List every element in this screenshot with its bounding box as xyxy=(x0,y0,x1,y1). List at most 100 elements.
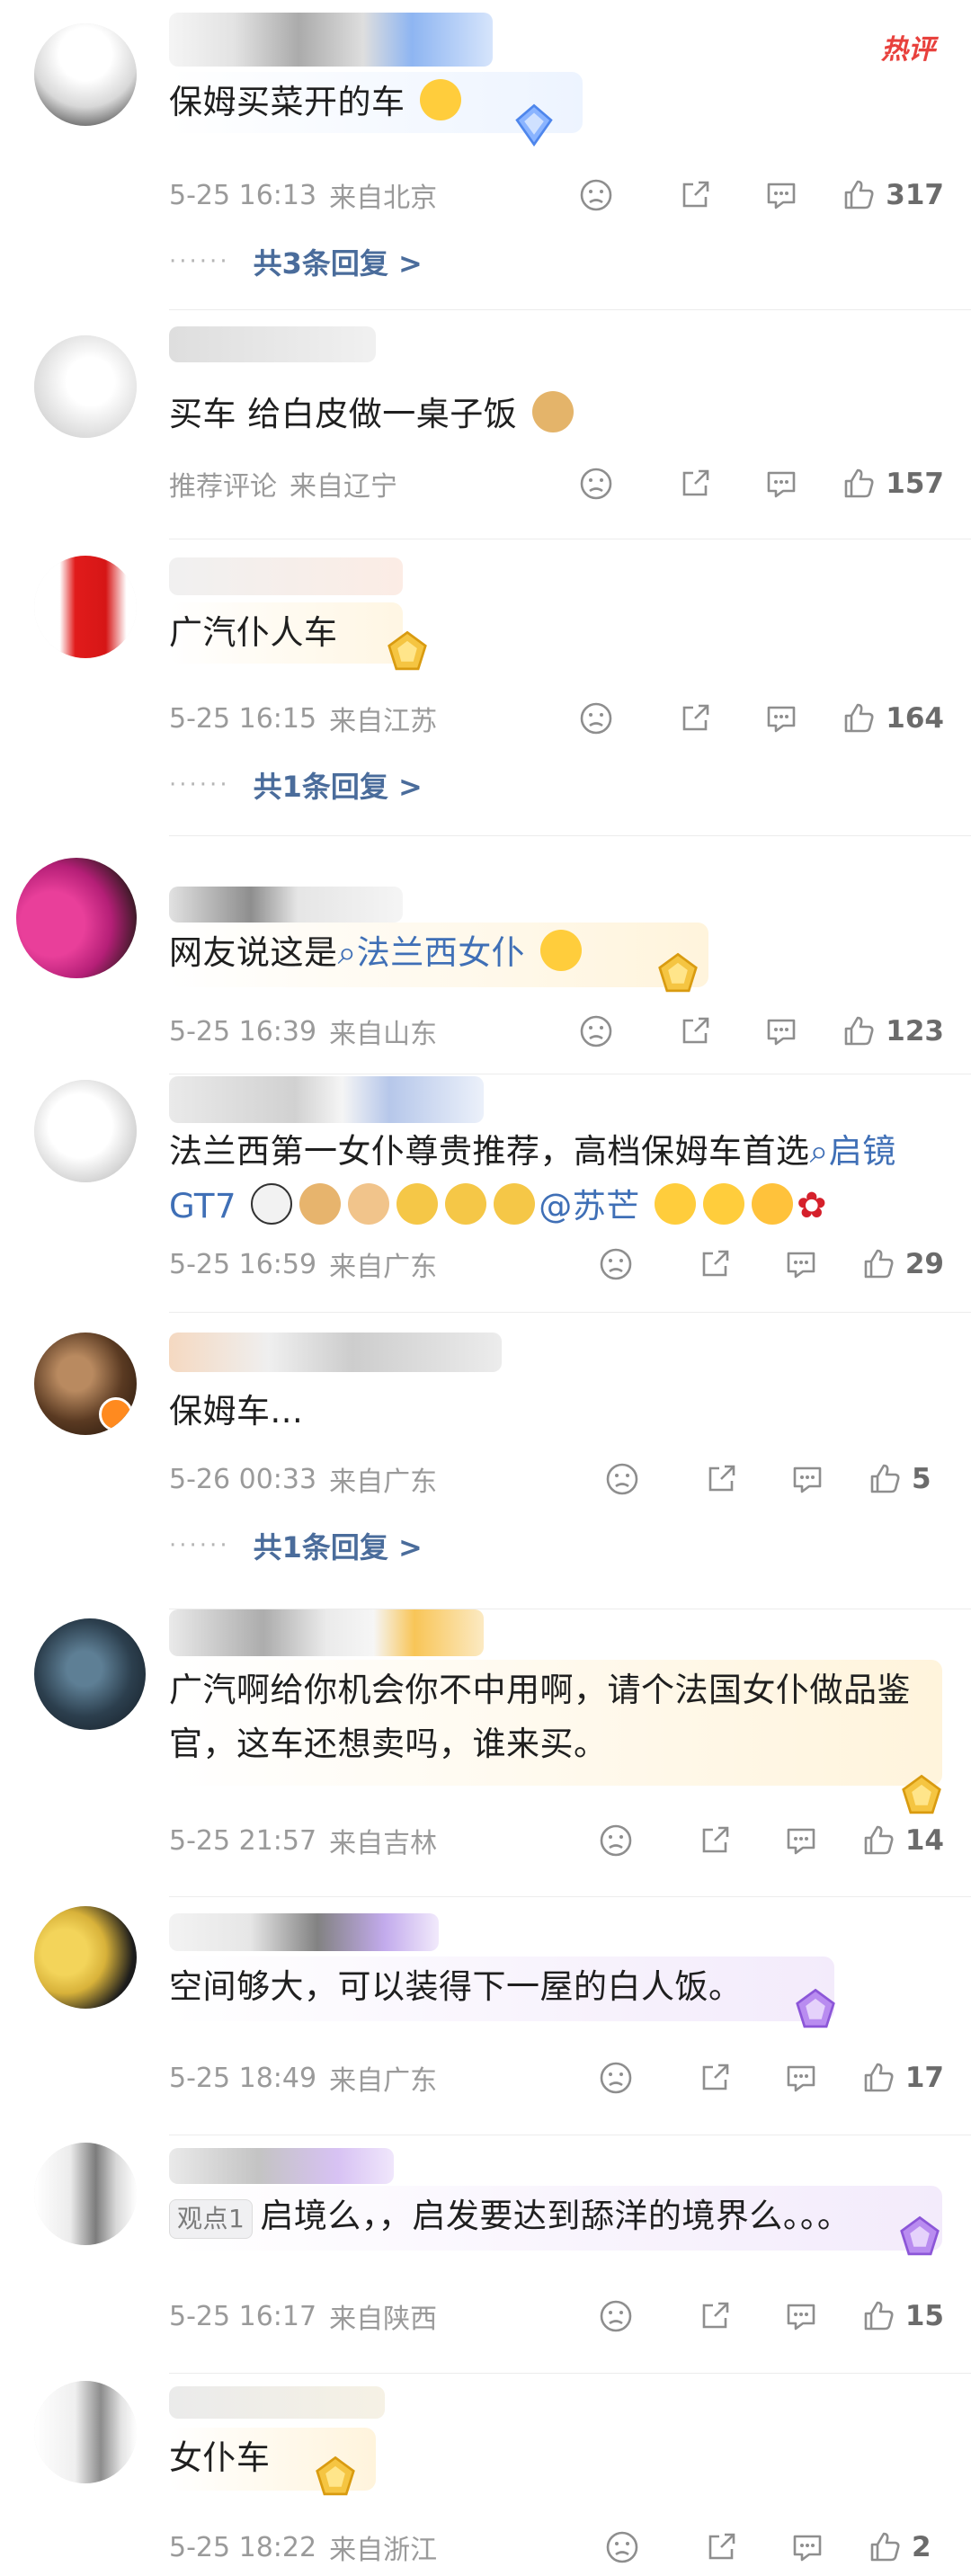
username-blurred[interactable] xyxy=(169,2148,394,2184)
smile-emoji-icon xyxy=(703,1183,745,1225)
shy-emoji-icon xyxy=(752,1183,794,1225)
like-button[interactable]: 2 xyxy=(867,2529,944,2565)
comment-item: 广汽仆人车 5-25 16:15 来自江苏 164 ······ 共1条回复 > xyxy=(0,539,971,836)
gold-badge-icon xyxy=(895,1769,948,1822)
avatar[interactable] xyxy=(34,2381,137,2483)
dislike-icon[interactable] xyxy=(569,1013,623,1049)
view-replies-link[interactable]: ······ 共1条回复 > xyxy=(169,764,423,806)
like-button[interactable]: 17 xyxy=(860,2060,944,2096)
username-blurred[interactable] xyxy=(169,887,403,923)
like-button[interactable]: 123 xyxy=(841,1013,944,1049)
comment-text: 观点1 启境么，，启发要达到舔洋的境界么。。。 xyxy=(169,2189,935,2243)
username-blurred[interactable] xyxy=(169,557,403,595)
share-icon[interactable] xyxy=(688,2060,742,2096)
view-replies-link[interactable]: ······ 共3条回复 > xyxy=(169,241,423,282)
avatar[interactable] xyxy=(34,23,137,126)
comment-location: 来自广东 xyxy=(329,1252,438,1283)
dislike-icon[interactable] xyxy=(595,2529,649,2565)
like-count: 29 xyxy=(904,1248,944,1280)
share-icon[interactable] xyxy=(688,1823,742,1858)
username-blurred[interactable] xyxy=(169,1076,484,1123)
hug-emoji-icon xyxy=(445,1183,487,1225)
share-icon[interactable] xyxy=(694,2529,748,2565)
like-button[interactable]: 317 xyxy=(841,177,944,213)
comment-reply-icon[interactable] xyxy=(780,2529,834,2565)
mention-link[interactable]: @苏芒 xyxy=(539,1187,640,1226)
comment-reply-icon[interactable] xyxy=(774,1246,828,1282)
avatar[interactable] xyxy=(34,1333,137,1435)
purple-gem-badge-icon xyxy=(789,1983,842,2036)
gold-badge-icon xyxy=(309,2451,361,2503)
panda-emoji-icon xyxy=(251,1183,293,1225)
comment-text: 网友说这是⌕法兰西女仆 xyxy=(169,926,935,980)
comment-reply-icon[interactable] xyxy=(780,1461,834,1497)
avatar[interactable] xyxy=(16,858,137,978)
share-icon[interactable] xyxy=(668,700,722,736)
avatar[interactable] xyxy=(34,335,137,438)
rose-emoji-icon: ✿ xyxy=(797,1185,828,1226)
comment-reply-icon[interactable] xyxy=(754,700,808,736)
comment-time: 5-25 21:57 xyxy=(169,1824,317,1857)
avatar[interactable] xyxy=(34,1906,137,2009)
gold-badge-icon xyxy=(381,626,433,678)
search-topic-link[interactable]: ⌕法兰西女仆 xyxy=(338,933,526,972)
comment-time: 5-26 00:33 xyxy=(169,1463,317,1495)
like-button[interactable]: 14 xyxy=(860,1823,944,1858)
comment-item: 保姆买菜开的车 5-25 16:13 来自北京 317 ······ 共3条回复 … xyxy=(0,0,971,310)
like-count: 15 xyxy=(904,2300,944,2332)
laughing-crying-emoji-icon xyxy=(539,930,582,971)
username-blurred[interactable] xyxy=(169,13,493,67)
like-button[interactable]: 5 xyxy=(867,1461,944,1497)
username-blurred[interactable] xyxy=(169,1609,484,1656)
like-button[interactable]: 29 xyxy=(860,1246,944,1282)
like-button[interactable]: 15 xyxy=(860,2298,944,2334)
avatar[interactable] xyxy=(34,556,137,658)
comment-reply-icon[interactable] xyxy=(754,466,808,502)
laughing-crying-emoji-icon xyxy=(419,79,461,120)
share-icon[interactable] xyxy=(694,1461,748,1497)
avatar[interactable] xyxy=(34,2143,137,2245)
like-count: 317 xyxy=(886,179,944,211)
avatar[interactable] xyxy=(34,1618,146,1730)
username-blurred[interactable] xyxy=(169,1913,439,1951)
comment-actions: 29 xyxy=(589,1242,944,1287)
username-blurred[interactable] xyxy=(169,2386,385,2419)
dislike-icon[interactable] xyxy=(569,466,623,502)
comment-location: 来自山东 xyxy=(329,1019,438,1050)
like-button[interactable]: 157 xyxy=(841,466,944,502)
comment-time: 5-25 16:39 xyxy=(169,1015,317,1047)
like-button[interactable]: 164 xyxy=(841,700,944,736)
comment-reply-icon[interactable] xyxy=(774,1823,828,1858)
dislike-icon[interactable] xyxy=(569,700,623,736)
comment-time: 5-25 16:17 xyxy=(169,2300,317,2332)
dislike-icon[interactable] xyxy=(589,1823,643,1858)
comment-location: 来自北京 xyxy=(329,183,438,214)
share-icon[interactable] xyxy=(688,2298,742,2334)
dislike-icon[interactable] xyxy=(589,1246,643,1282)
comment-reply-icon[interactable] xyxy=(774,2298,828,2334)
dislike-icon[interactable] xyxy=(595,1461,649,1497)
diamond-badge-icon xyxy=(508,99,560,151)
comment-actions: 17 xyxy=(589,2055,944,2100)
share-icon[interactable] xyxy=(668,177,722,213)
comment-location: 来自辽宁 xyxy=(290,471,397,503)
share-icon[interactable] xyxy=(688,1246,742,1282)
dislike-icon[interactable] xyxy=(589,2298,643,2334)
view-replies-link[interactable]: ······ 共1条回复 > xyxy=(169,1525,423,1566)
smile-emoji-icon xyxy=(655,1183,697,1225)
comment-reply-icon[interactable] xyxy=(754,177,808,213)
dislike-icon[interactable] xyxy=(569,177,623,213)
purple-gem-badge-icon xyxy=(894,2211,946,2263)
dislike-icon[interactable] xyxy=(589,2060,643,2096)
username-blurred[interactable] xyxy=(169,1333,502,1372)
share-icon[interactable] xyxy=(668,466,722,502)
hug-emoji-icon xyxy=(396,1183,439,1225)
share-icon[interactable] xyxy=(668,1013,722,1049)
avatar[interactable] xyxy=(34,1080,137,1182)
comment-reply-icon[interactable] xyxy=(754,1013,808,1049)
comment-item: 空间够大，可以装得下一屋的白人饭。 5-25 18:49 来自广东 17 xyxy=(0,1897,971,2135)
viewpoint-tag[interactable]: 观点1 xyxy=(169,2199,254,2239)
username-blurred[interactable] xyxy=(169,326,376,362)
comment-reply-icon[interactable] xyxy=(774,2060,828,2096)
comment-actions: 317 xyxy=(569,173,944,218)
